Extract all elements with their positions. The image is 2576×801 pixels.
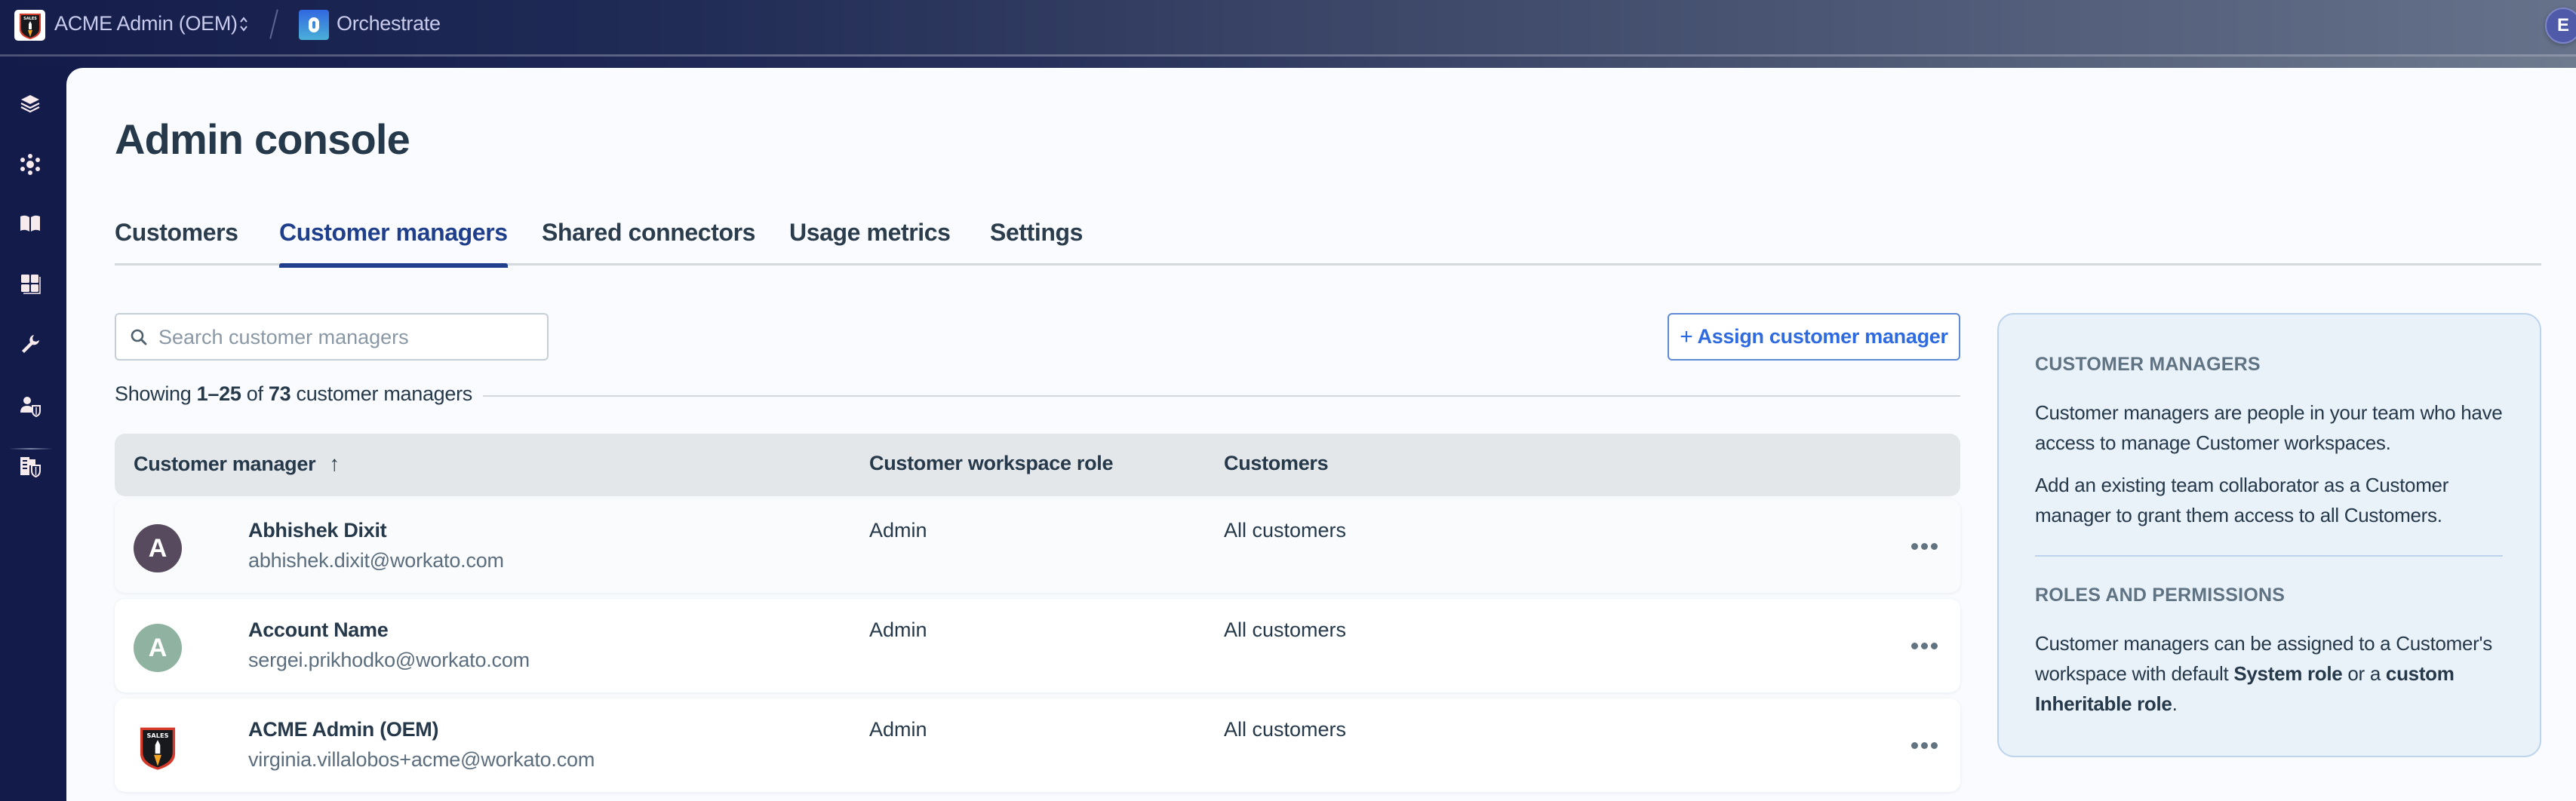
- search-box: [115, 313, 549, 361]
- assign-customer-manager-button[interactable]: + Assign customer manager: [1668, 313, 1960, 361]
- layers-icon: [20, 95, 40, 113]
- column-header-workspace-role: Customer workspace role: [869, 452, 1114, 474]
- page-title: Admin console: [115, 115, 410, 163]
- sidebar-item-hub[interactable]: [17, 151, 44, 178]
- tab-settings[interactable]: Settings: [990, 219, 1083, 265]
- sidebar-item-projects[interactable]: [17, 91, 44, 118]
- book-icon: [20, 215, 40, 232]
- search-icon: [131, 329, 147, 345]
- sidebar-item-tools[interactable]: [17, 330, 44, 358]
- workspace-name[interactable]: ACME Admin (OEM): [54, 12, 238, 35]
- manager-email: virginia.villalobos+acme@workato.com: [248, 748, 595, 771]
- manager-email: sergei.prikhodko@workato.com: [248, 649, 530, 671]
- wrench-icon: [22, 335, 39, 353]
- manager-name: Abhishek Dixit: [248, 519, 387, 542]
- user-shield-icon: [20, 397, 41, 417]
- tab-customer-managers[interactable]: Customer managers: [279, 219, 508, 268]
- sort-ascending-icon[interactable]: ↑: [329, 452, 340, 476]
- info-paragraph: Customer managers can be assigned to a C…: [2035, 632, 2492, 715]
- manager-email: abhishek.dixit@workato.com: [248, 549, 504, 572]
- hub-network-icon: [20, 154, 40, 175]
- app-name[interactable]: Orchestrate: [337, 12, 441, 35]
- sales-badge-icon: SALES: [19, 13, 41, 39]
- results-total: 73: [268, 382, 291, 405]
- building-shield-icon: [20, 457, 41, 477]
- plus-icon: +: [1680, 324, 1693, 349]
- workspace-role: Admin: [869, 519, 927, 542]
- avatar: A: [134, 524, 182, 572]
- column-header-customers: Customers: [1224, 452, 1329, 474]
- orchestrate-app-icon[interactable]: [299, 10, 329, 40]
- avatar: SALES: [134, 723, 182, 772]
- top-bar: SALES ACME Admin (OEM) Orchestrate E: [0, 0, 2576, 54]
- customers-value: All customers: [1224, 718, 1347, 741]
- sidebar-item-docs[interactable]: [17, 210, 44, 237]
- table-row[interactable]: A Abhishek Dixit abhishek.dixit@workato.…: [115, 499, 1960, 593]
- breadcrumb-separator: [269, 9, 278, 39]
- info-divider: [2035, 555, 2503, 557]
- workspace-role: Admin: [869, 718, 927, 741]
- manager-name: ACME Admin (OEM): [248, 718, 439, 741]
- sidebar-item-user-admin[interactable]: [17, 392, 44, 419]
- sidebar-divider: [9, 448, 53, 450]
- tab-bar: Customers Customer managers Shared conne…: [115, 219, 2541, 268]
- topbar-underlay: [0, 57, 2576, 68]
- sidebar: [0, 68, 66, 801]
- svg-text:SALES: SALES: [146, 732, 168, 739]
- info-section-title: CUSTOMER MANAGERS: [2035, 354, 2261, 375]
- info-paragraph: Add an existing team collaborator as a C…: [2035, 474, 2449, 526]
- manager-name: Account Name: [248, 618, 389, 641]
- column-header-customer-manager[interactable]: Customer manager ↑: [134, 452, 340, 476]
- customers-value: All customers: [1224, 618, 1347, 641]
- user-avatar[interactable]: E: [2545, 8, 2576, 44]
- row-more-options-icon[interactable]: [1909, 638, 1939, 653]
- results-divider: [483, 395, 1960, 397]
- tab-shared-connectors[interactable]: Shared connectors: [542, 219, 755, 265]
- tab-customers[interactable]: Customers: [115, 219, 238, 265]
- info-section-title: ROLES AND PERMISSIONS: [2035, 585, 2286, 606]
- row-more-options-icon[interactable]: [1909, 539, 1939, 554]
- workspace-role: Admin: [869, 618, 927, 641]
- search-input[interactable]: [158, 322, 536, 352]
- sales-badge-icon: SALES: [140, 727, 176, 770]
- table-header: Customer manager ↑ Customer workspace rol…: [115, 434, 1960, 496]
- table-row[interactable]: A Account Name sergei.prikhodko@workato.…: [115, 599, 1960, 692]
- sidebar-item-dashboards[interactable]: [17, 270, 44, 297]
- main-content: Admin console Customers Customer manager…: [66, 68, 2576, 801]
- workspace-logo[interactable]: SALES: [14, 10, 45, 41]
- row-more-options-icon[interactable]: [1909, 738, 1939, 753]
- sidebar-item-admin-console[interactable]: [17, 453, 44, 480]
- dashboard-grid-icon: [21, 275, 41, 294]
- results-count: Showing 1–25 of 73 customer managers: [115, 382, 473, 405]
- avatar: A: [134, 624, 182, 672]
- info-paragraph: Customer managers are people in your tea…: [2035, 401, 2503, 454]
- table-row[interactable]: SALES ACME Admin (OEM) virginia.villalob…: [115, 698, 1960, 792]
- results-range: 1–25: [196, 382, 241, 405]
- svg-text:SALES: SALES: [23, 17, 37, 21]
- workspace-switcher-icon[interactable]: [238, 14, 249, 36]
- tab-usage-metrics[interactable]: Usage metrics: [789, 219, 951, 265]
- customers-value: All customers: [1224, 519, 1347, 542]
- assign-button-label: Assign customer manager: [1697, 325, 1949, 348]
- info-panel: CUSTOMER MANAGERS Customer managers are …: [1997, 313, 2541, 757]
